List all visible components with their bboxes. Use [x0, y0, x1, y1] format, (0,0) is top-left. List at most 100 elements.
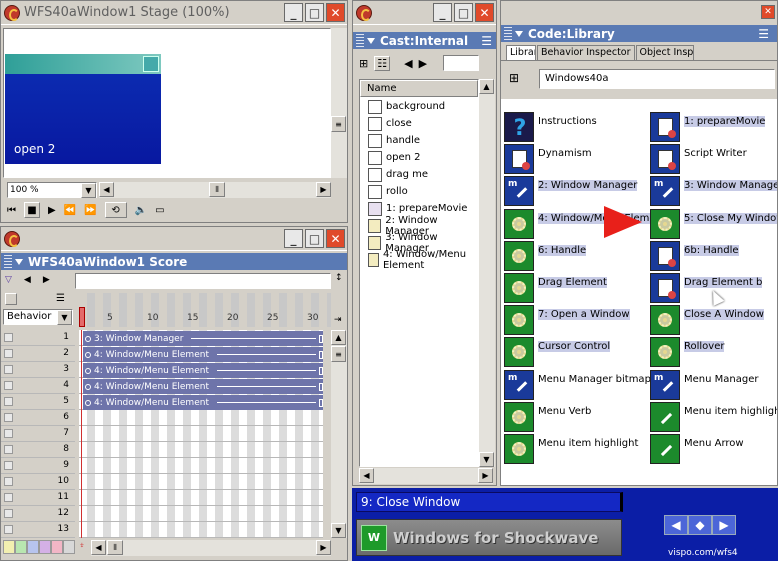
- score-zoom-icon[interactable]: ⇥: [334, 315, 342, 325]
- score-channel-row[interactable]: 11: [1, 490, 75, 506]
- library-behavior-item[interactable]: m Menu Manager: [650, 369, 777, 400]
- score-sprite[interactable]: 4: Window/Menu Element: [83, 379, 323, 394]
- scroll-up-arrow[interactable]: ▲: [479, 79, 494, 94]
- score-channel-row[interactable]: 9: [1, 458, 75, 474]
- channel-toggle-checkbox[interactable]: [4, 429, 13, 438]
- library-behavior-item[interactable]: 7: Open a Window: [504, 305, 644, 336]
- prev-member-icon[interactable]: ◀: [404, 57, 412, 70]
- score-color-swatches[interactable]: [3, 540, 75, 554]
- play-icon[interactable]: ▶: [48, 205, 56, 216]
- chevron-down-icon[interactable]: ▼: [81, 183, 96, 198]
- maximize-button[interactable]: □: [454, 3, 473, 22]
- score-sprite[interactable]: 4: Window/Menu Element: [83, 363, 323, 378]
- cast-member-row[interactable]: open 2: [360, 149, 478, 166]
- panel-grip-icon[interactable]: [356, 34, 364, 47]
- swatch-purple[interactable]: [39, 540, 51, 554]
- channel-toggle-checkbox[interactable]: [4, 397, 13, 406]
- score-channel-row[interactable]: 13: [1, 522, 75, 538]
- selection-tool-icon[interactable]: ▭: [155, 205, 164, 216]
- cast-member-row[interactable]: close: [360, 115, 478, 132]
- channel-toggle-checkbox[interactable]: [4, 413, 13, 422]
- cast-vscroll[interactable]: ▲ ▼: [479, 79, 495, 467]
- channel-toggle-checkbox[interactable]: [4, 477, 13, 486]
- stage-hscroll-thumb[interactable]: ⫴: [209, 182, 225, 197]
- channel-toggle-checkbox[interactable]: [4, 493, 13, 502]
- prev-marker-icon[interactable]: ◀: [24, 275, 31, 285]
- score-channel-row[interactable]: 10: [1, 474, 75, 490]
- library-tab[interactable]: Object Inspector: [635, 45, 694, 60]
- loop-icon[interactable]: ⟲: [104, 202, 127, 218]
- library-behavior-item[interactable]: Script Writer: [650, 144, 777, 175]
- channel-toggle-checkbox[interactable]: [4, 381, 13, 390]
- scroll-up-arrow[interactable]: ▲: [331, 330, 346, 345]
- scroll-left-arrow[interactable]: ◀: [91, 540, 106, 555]
- library-select[interactable]: Windows40a: [539, 69, 775, 89]
- stage-hscroll[interactable]: ◀ ⫴ ▶: [99, 182, 331, 198]
- playhead-marker-icon[interactable]: ⍖: [79, 540, 85, 551]
- score-panel-header[interactable]: WFS40aWindow1 Score: [1, 253, 347, 270]
- score-sprite[interactable]: 3: Window Manager: [83, 331, 323, 346]
- cast-member-row[interactable]: handle: [360, 132, 478, 149]
- minimize-button[interactable]: _: [284, 229, 303, 248]
- scroll-right-arrow[interactable]: ▶: [316, 540, 331, 555]
- score-channel-row[interactable]: 6: [1, 410, 75, 426]
- library-tab[interactable]: Behavior Inspector: [537, 45, 635, 60]
- library-behavior-item[interactable]: Menu Verb: [504, 401, 644, 432]
- thumbnail-view-icon[interactable]: ⊞: [359, 57, 368, 70]
- stop-icon[interactable]: ■: [24, 202, 40, 218]
- minimize-button[interactable]: _: [284, 3, 303, 22]
- library-behavior-item[interactable]: Menu item highlight: [504, 434, 644, 464]
- marker-filter-icon[interactable]: ▽: [5, 275, 12, 285]
- panel-grip-icon[interactable]: [504, 27, 512, 40]
- cast-panel-header[interactable]: Cast:Internal ☰: [353, 32, 496, 49]
- score-titlebar[interactable]: _ □ ✕: [1, 227, 347, 251]
- stage-content-window[interactable]: open 2: [5, 54, 161, 164]
- maximize-button[interactable]: □: [305, 229, 324, 248]
- library-behavior-item[interactable]: ? Instructions: [504, 112, 644, 142]
- score-marker-bar[interactable]: [75, 273, 331, 289]
- cast-member-row[interactable]: background: [360, 98, 478, 115]
- score-channel-select[interactable]: Behavior ▼: [3, 309, 73, 325]
- sprite-end-icon[interactable]: [319, 398, 323, 407]
- library-behavior-item[interactable]: Close A Window: [650, 305, 777, 336]
- scroll-left-arrow[interactable]: ◀: [359, 468, 374, 483]
- channel-list-icon[interactable]: ☰: [56, 293, 65, 304]
- score-channel-row[interactable]: 3: [1, 362, 75, 378]
- score-channel-row[interactable]: 5: [1, 394, 75, 410]
- stage-titlebar[interactable]: WFS40aWindow1 Stage (100%) _ □ ✕: [1, 1, 347, 25]
- next-member-icon[interactable]: ▶: [419, 57, 427, 70]
- hide-channels-button[interactable]: [5, 293, 17, 305]
- channel-toggle-checkbox[interactable]: [4, 349, 13, 358]
- score-channel-row[interactable]: 12: [1, 506, 75, 522]
- rewind-icon[interactable]: ⏮: [7, 205, 16, 216]
- stage-zoom-select[interactable]: 100 % ▼: [7, 182, 97, 198]
- library-behavior-item[interactable]: m 3: Window Manager: [650, 176, 777, 207]
- channel-toggle-checkbox[interactable]: [4, 365, 13, 374]
- library-behavior-item[interactable]: Menu Arrow: [650, 434, 777, 464]
- score-channel-row[interactable]: 1: [1, 330, 75, 346]
- score-channel-row[interactable]: 4: [1, 378, 75, 394]
- cast-column-header[interactable]: Name: [360, 80, 478, 97]
- stage-window-titlebar[interactable]: [5, 54, 161, 74]
- sprite-end-icon[interactable]: [319, 366, 323, 375]
- scroll-right-arrow[interactable]: ▶: [316, 182, 331, 197]
- scroll-left-arrow[interactable]: ◀: [99, 182, 114, 197]
- cast-member-row[interactable]: rollo: [360, 183, 478, 200]
- score-marker-stepper[interactable]: ↕: [335, 273, 343, 283]
- list-view-icon[interactable]: ☷: [374, 55, 391, 71]
- channel-toggle-checkbox[interactable]: [4, 445, 13, 454]
- swatch-blue[interactable]: [27, 540, 39, 554]
- cast-titlebar[interactable]: _ □ ✕: [353, 1, 496, 25]
- channel-toggle-checkbox[interactable]: [4, 461, 13, 470]
- library-panel-header[interactable]: Code:Library ☰: [501, 25, 777, 42]
- stage-window-close-icon[interactable]: [143, 56, 159, 72]
- library-behavior-item[interactable]: 6: Handle: [504, 240, 644, 271]
- score-channel-row[interactable]: 2: [1, 346, 75, 362]
- library-behavior-item[interactable]: 1: prepareMovie: [650, 112, 777, 142]
- score-hscroll-thumb[interactable]: ⫴: [107, 540, 123, 555]
- library-behavior-item[interactable]: 5: Close My Window: [650, 208, 777, 239]
- scroll-down-arrow[interactable]: ▼: [331, 523, 346, 538]
- library-behavior-item[interactable]: m Menu Manager bitmap: [504, 369, 651, 400]
- cast-member-field[interactable]: [443, 55, 480, 71]
- close-button[interactable]: ✕: [475, 3, 494, 22]
